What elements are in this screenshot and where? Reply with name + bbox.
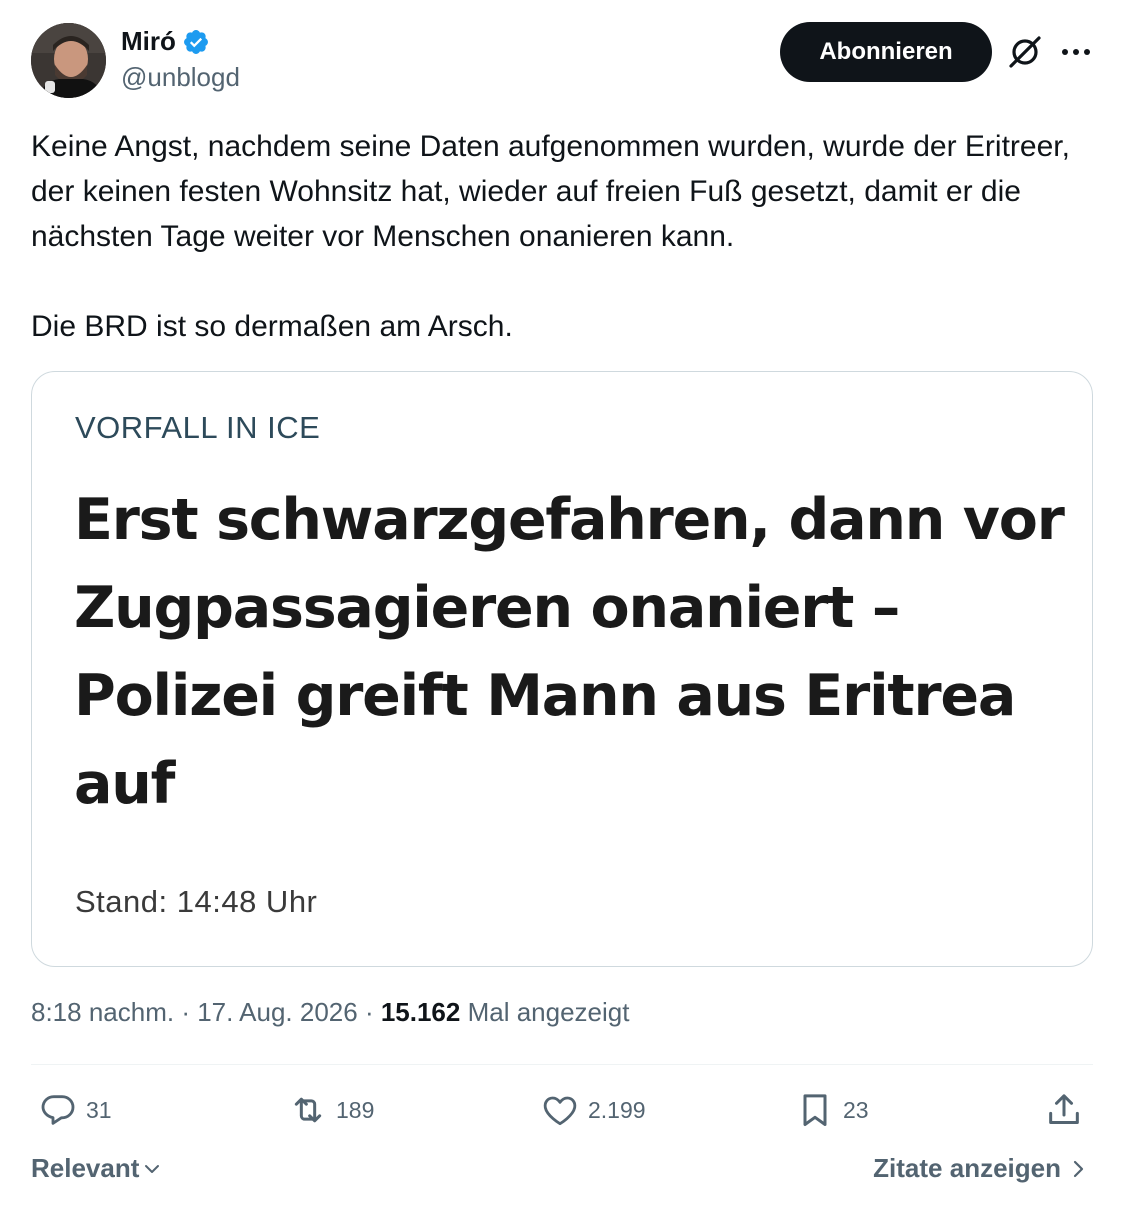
like-count: 2.199 — [588, 1096, 646, 1123]
tweet-meta: 8:18 nachm. · 17. Aug. 2026 · 15.162 Mal… — [31, 997, 629, 1028]
article-headline: Erst schwarzgefahren, dann vor Zugpassag… — [74, 487, 1065, 817]
heart-icon — [543, 1096, 577, 1126]
sort-label: Relevant — [31, 1153, 140, 1183]
retweet-button[interactable]: 189 — [288, 1088, 374, 1132]
article-kicker: VORFALL IN ICE — [75, 410, 321, 445]
views-label: Mal angezeigt — [467, 997, 630, 1027]
meta-separator: · — [181, 997, 198, 1027]
article-timestamp: Stand: 14:48 Uhr — [75, 884, 318, 919]
tweet: Miró @unblogd Abonnieren Keine Angst, na… — [0, 0, 1123, 1207]
chevron-right-icon — [1073, 1160, 1084, 1177]
share-button[interactable] — [1044, 1088, 1084, 1132]
tweet-image[interactable]: VORFALL IN ICE Erst schwarzgefahren, dan… — [31, 371, 1093, 967]
bookmark-icon — [803, 1094, 827, 1126]
share-icon — [1049, 1094, 1079, 1124]
avatar[interactable] — [31, 23, 106, 98]
verified-badge-icon[interactable] — [182, 28, 210, 56]
more-icon[interactable] — [1058, 40, 1094, 64]
sort-replies-dropdown[interactable]: Relevant — [31, 1153, 163, 1184]
retweet-icon — [294, 1097, 322, 1123]
retweet-count: 189 — [336, 1096, 375, 1123]
author-name-row[interactable]: Miró — [121, 26, 210, 57]
chevron-down-icon — [145, 1164, 160, 1173]
tweet-date[interactable]: 17. Aug. 2026 — [197, 997, 357, 1027]
tweet-text: Keine Angst, nachdem seine Daten aufgeno… — [31, 130, 1070, 343]
meta-separator: · — [364, 997, 381, 1027]
like-button[interactable]: 2.199 — [540, 1088, 646, 1132]
grok-icon[interactable] — [1006, 33, 1044, 71]
bookmark-count: 23 — [843, 1096, 869, 1123]
reply-button[interactable]: 31 — [38, 1088, 112, 1132]
display-name[interactable]: Miró — [121, 26, 176, 57]
author-handle[interactable]: @unblogd — [121, 62, 240, 93]
views-count: 15.162 — [380, 997, 461, 1027]
reply-count: 31 — [86, 1096, 112, 1123]
tweet-time[interactable]: 8:18 nachm. — [31, 997, 174, 1027]
reply-icon — [41, 1095, 75, 1125]
divider — [31, 1064, 1093, 1065]
bookmark-button[interactable]: 23 — [795, 1088, 869, 1132]
follow-button[interactable]: Abonnieren — [780, 22, 992, 82]
view-quotes-link[interactable]: Zitate anzeigen — [873, 1153, 1089, 1184]
quotes-label: Zitate anzeigen — [873, 1153, 1061, 1183]
